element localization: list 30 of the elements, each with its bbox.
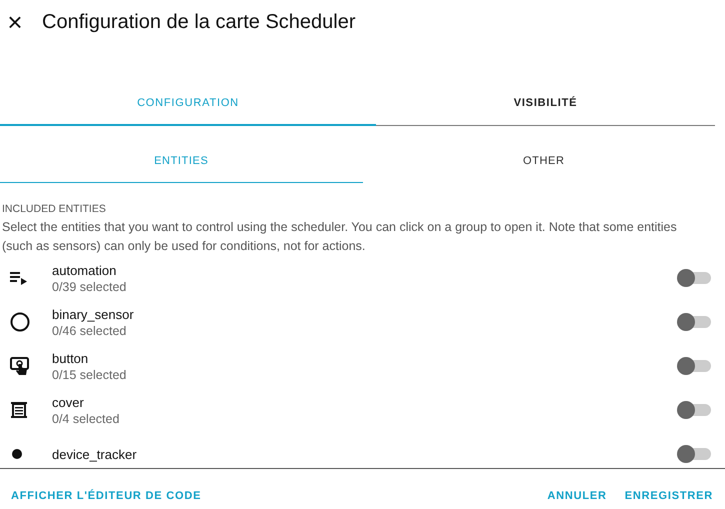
code-editor-button[interactable]: AFFICHER L'ÉDITEUR DE CODE (11, 490, 202, 502)
blinds-icon (10, 401, 28, 419)
entity-name: cover (52, 394, 85, 410)
toggle-switch[interactable] (677, 400, 711, 420)
person-icon (10, 447, 24, 461)
toggle-switch[interactable] (677, 312, 711, 332)
tab[interactable]: CONFIGURATION (0, 82, 376, 126)
entity-name: button (52, 350, 90, 366)
tab[interactable]: ENTITIES (0, 139, 362, 183)
entity-count: 0/4 selected (52, 412, 120, 426)
circle-icon (10, 312, 30, 332)
entity-count: 0/46 selected (52, 324, 128, 338)
save-button[interactable]: ENREGISTRER (624, 490, 713, 502)
dialog-title: Configuration de la carte Scheduler (42, 10, 356, 34)
entity-count: 0/39 selected (52, 280, 128, 294)
entity-count: 0/15 selected (52, 368, 128, 382)
entity-name: device_tracker (52, 446, 138, 462)
tab[interactable]: VISIBILITÉ (376, 82, 715, 126)
list-play-icon (10, 271, 28, 285)
touch-button-icon (10, 356, 30, 376)
entity-name: binary_sensor (52, 306, 135, 322)
toggle-switch[interactable] (677, 356, 711, 376)
tab[interactable]: OTHER (362, 139, 725, 183)
toggle-switch[interactable] (677, 444, 711, 464)
entity-name: automation (52, 262, 118, 278)
section-description: Select the entities that you want to control using the scheduler. You can click on a group to open it. Note that some entities (such as sensors) can only be used for conditions, not for actions. (2, 219, 678, 255)
cancel-button[interactable]: ANNULER (547, 490, 607, 502)
close-button[interactable]: × (4, 8, 26, 36)
section-heading: INCLUDED ENTITIES (2, 203, 107, 215)
toggle-switch[interactable] (677, 268, 711, 288)
